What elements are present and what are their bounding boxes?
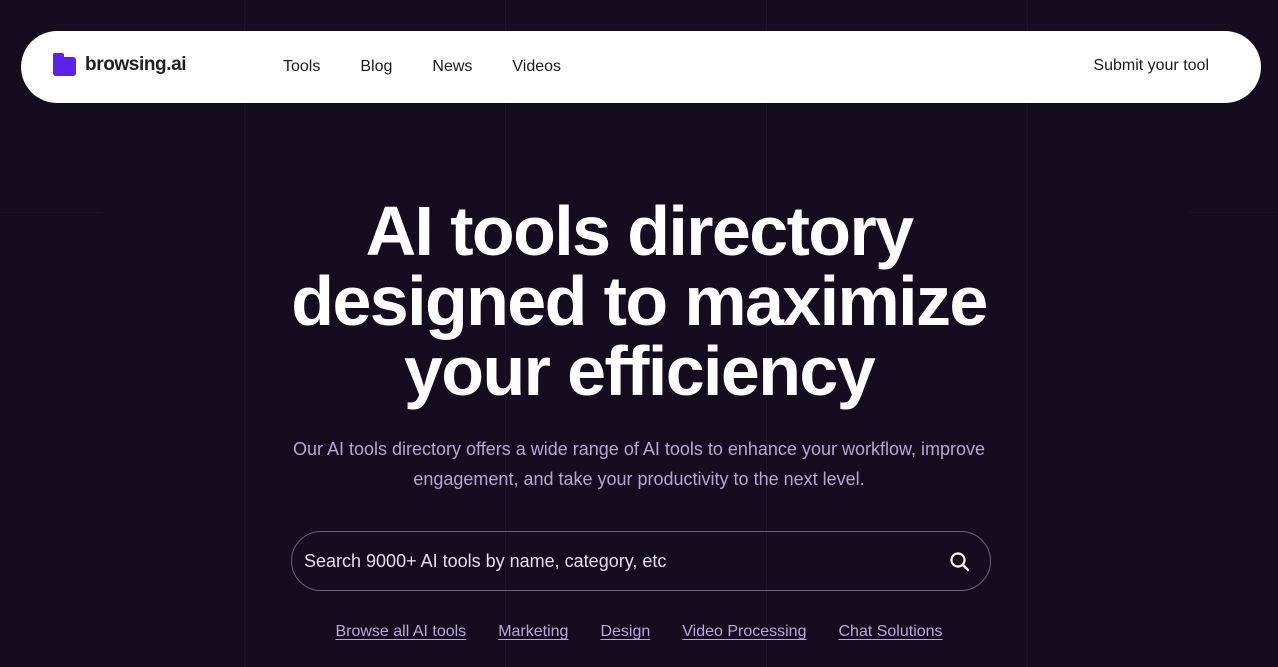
quick-link-chat-solutions[interactable]: Chat Solutions <box>838 623 942 641</box>
nav-link-blog[interactable]: Blog <box>360 58 392 76</box>
hero-subtitle-line: Our AI tools directory offers a wide ran… <box>292 439 985 459</box>
search-input[interactable] <box>304 532 924 590</box>
quick-link-browse-all[interactable]: Browse all AI tools <box>335 623 466 641</box>
hero-title-line: AI tools directory <box>365 192 914 270</box>
search-icon[interactable] <box>948 550 972 574</box>
hero-title-line: designed to maximize <box>291 262 988 340</box>
nav-link-news[interactable]: News <box>432 58 472 76</box>
nav-link-videos[interactable]: Videos <box>512 58 561 76</box>
hero-subtitle: Our AI tools directory offers a wide ran… <box>239 434 1039 494</box>
main-nav: Tools Blog News Videos <box>283 31 561 103</box>
top-navbar: browsing.ai Tools Blog News Videos Submi… <box>21 31 1261 103</box>
search-box <box>291 531 991 591</box>
brand-logo[interactable]: browsing.ai <box>53 53 187 76</box>
folder-icon <box>53 53 76 76</box>
quick-links: Browse all AI tools Marketing Design Vid… <box>0 623 1278 641</box>
nav-link-tools[interactable]: Tools <box>283 58 320 76</box>
quick-link-marketing[interactable]: Marketing <box>498 623 568 641</box>
hero-subtitle-line: engagement, and take your productivity t… <box>413 469 865 489</box>
hero-title: AI tools directory designed to maximize … <box>0 196 1278 406</box>
hero-title-line: your efficiency <box>403 332 876 410</box>
brand-name: browsing.ai <box>85 53 187 75</box>
quick-link-design[interactable]: Design <box>600 623 650 641</box>
quick-link-video-processing[interactable]: Video Processing <box>682 623 806 641</box>
submit-tool-link[interactable]: Submit your tool <box>1093 57 1209 75</box>
